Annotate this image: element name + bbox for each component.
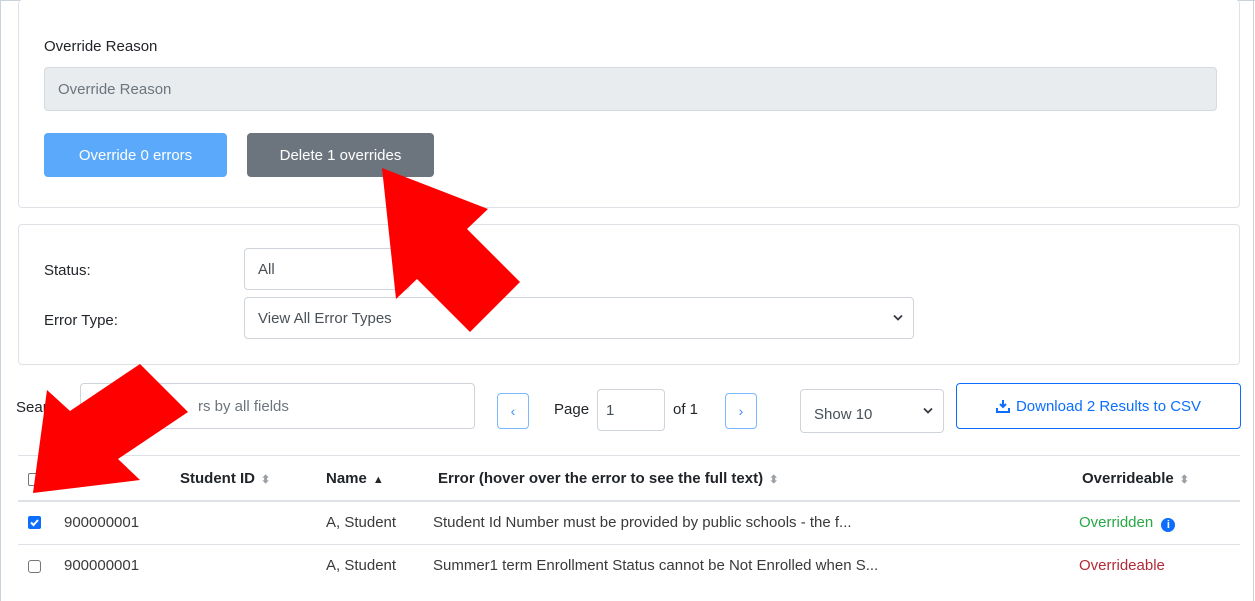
row-name: A, Student	[326, 557, 397, 574]
sort-icon: ⬍	[261, 474, 271, 486]
error-header-label: Error (hover over the error to see the f…	[438, 470, 764, 487]
chevron-right-icon: ›	[738, 403, 744, 419]
page-size-select[interactable]: Show 10	[800, 389, 944, 433]
override-reason-placeholder: Override Reason	[58, 80, 172, 98]
next-page-button[interactable]: ›	[725, 393, 757, 429]
of-pages-label: of 1	[673, 401, 699, 418]
status-value: All	[258, 260, 275, 278]
row-name: A, Student	[326, 514, 397, 531]
overrideable-header-label: Overrideable	[1082, 470, 1174, 487]
row-status-label: Overridden	[1079, 514, 1154, 531]
info-icon[interactable]: i	[1161, 518, 1176, 532]
error-type-label: Error Type:	[44, 312, 118, 329]
page-number-value: 1	[606, 401, 615, 419]
error-type-select[interactable]: View All Error Types	[244, 297, 914, 339]
row-checkbox[interactable]	[28, 560, 41, 573]
chevron-down-icon	[893, 314, 903, 321]
row-error: Student Id Number must be provided by pu…	[433, 514, 852, 531]
download-icon	[995, 400, 1010, 413]
chevron-down-icon	[923, 407, 933, 414]
status-label: Status:	[44, 262, 91, 279]
sort-ascending-icon: ▲	[372, 474, 384, 486]
page-label: Page	[554, 401, 590, 418]
download-csv-label: Download 2 Results to CSV	[1015, 397, 1202, 415]
filter-card	[18, 224, 1240, 365]
download-csv-button[interactable]: Download 2 Results to CSV	[956, 383, 1241, 429]
row-checkbox[interactable]	[28, 516, 41, 529]
override-reason-label: Override Reason	[44, 38, 158, 55]
row-student-id: 900000001	[64, 557, 140, 574]
page-number-input[interactable]: 1	[597, 389, 665, 431]
sort-icon: ⬍	[1179, 474, 1189, 486]
page-size-value: Show 10	[814, 405, 873, 423]
annotation-arrow-checkbox	[33, 364, 188, 493]
override-errors-button[interactable]: Override 0 errors	[44, 133, 227, 177]
annotation-arrow-delete	[382, 168, 520, 332]
page-frame-left	[0, 0, 1, 601]
override-reason-input[interactable]: Override Reason	[44, 67, 1217, 111]
row-status-overrideable: Overrideable	[1079, 557, 1165, 574]
name-header-label: Name	[326, 470, 367, 487]
sort-icon: ⬍	[769, 474, 779, 486]
column-header-name[interactable]: Name ▲	[326, 470, 384, 487]
page-frame-right	[1253, 0, 1254, 601]
column-header-error[interactable]: Error (hover over the error to see the f…	[438, 470, 778, 487]
chevron-left-icon: ‹	[510, 403, 516, 419]
row-status-overridden: Overridden i	[1079, 514, 1176, 532]
row-error: Summer1 term Enrollment Status cannot be…	[433, 557, 879, 574]
previous-page-button[interactable]: ‹	[497, 393, 529, 429]
row-student-id: 900000001	[64, 514, 140, 531]
search-placeholder: rs by all fields	[198, 397, 289, 415]
column-header-overrideable[interactable]: Overrideable ⬍	[1082, 470, 1189, 487]
check-icon	[30, 519, 39, 527]
